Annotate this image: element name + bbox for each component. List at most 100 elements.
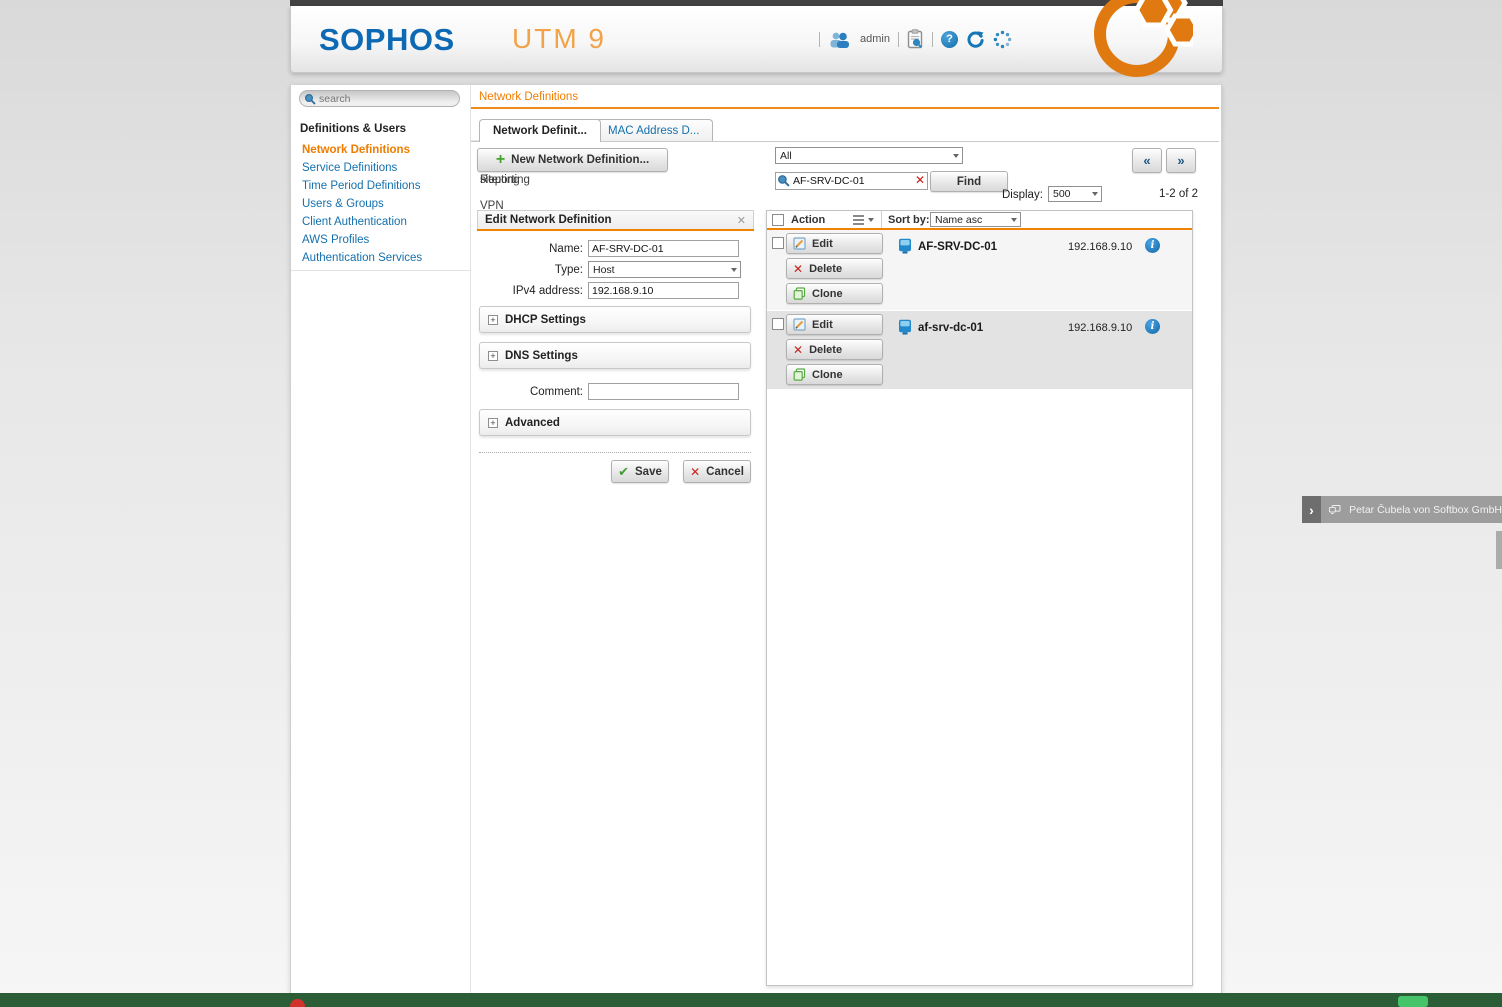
table-row: Edit ✕ Delete Clone bbox=[767, 230, 1192, 310]
sidebar-item-definitions-users[interactable]: Definitions & Users bbox=[291, 115, 470, 141]
sidebar-search[interactable] bbox=[299, 90, 460, 107]
edit-panel-header: Edit Network Definition ✕ bbox=[477, 210, 754, 229]
dns-settings-section[interactable]: + DNS Settings bbox=[479, 342, 751, 369]
new-network-definition-button[interactable]: + New Network Definition... bbox=[477, 148, 668, 172]
section-label: DHCP Settings bbox=[505, 314, 586, 326]
breadcrumb: Network Definitions bbox=[479, 91, 578, 103]
separator bbox=[819, 32, 820, 47]
sidebar-item-network-definitions[interactable]: Network Definitions bbox=[291, 141, 470, 159]
info-icon[interactable]: i bbox=[1145, 319, 1160, 334]
user-icon bbox=[828, 31, 852, 48]
result-range: 1-2 of 2 bbox=[1126, 188, 1198, 200]
delete-label: Delete bbox=[809, 344, 842, 356]
info-icon[interactable]: i bbox=[1145, 238, 1160, 253]
delete-button[interactable]: ✕ Delete bbox=[786, 258, 883, 279]
panel-divider bbox=[479, 452, 751, 453]
breadcrumb-rule bbox=[471, 107, 1219, 109]
name-field[interactable] bbox=[588, 240, 739, 257]
edit-button[interactable]: Edit bbox=[786, 233, 883, 254]
clear-search-icon[interactable]: ✕ bbox=[915, 173, 925, 187]
comment-label: Comment: bbox=[477, 386, 583, 398]
sidebar-item-client-authentication[interactable]: Client Authentication bbox=[291, 213, 470, 231]
close-icon[interactable]: ✕ bbox=[737, 214, 746, 227]
sidebar-item-authentication-services[interactable]: Authentication Services bbox=[291, 249, 470, 271]
type-select[interactable]: Host bbox=[588, 261, 741, 278]
definition-name: af-srv-dc-01 bbox=[918, 322, 983, 334]
pager-next-glyph: » bbox=[1177, 153, 1184, 168]
clone-button[interactable]: Clone bbox=[786, 364, 883, 385]
header: SOPHOS UTM 9 admin ? bbox=[290, 6, 1223, 73]
search-input[interactable] bbox=[319, 93, 444, 105]
pager-next-button[interactable]: » bbox=[1166, 148, 1196, 173]
find-field: ✕ bbox=[775, 172, 928, 190]
dhcp-settings-section[interactable]: + DHCP Settings bbox=[479, 306, 751, 333]
tab-mac-address-definitions[interactable]: MAC Address D... bbox=[594, 119, 713, 141]
overlay-scrollbar-thumb[interactable] bbox=[1496, 531, 1502, 569]
find-button-label: Find bbox=[957, 176, 981, 188]
definition-name: AF-SRV-DC-01 bbox=[918, 241, 997, 253]
screen-share-icon bbox=[1329, 503, 1341, 516]
sidebar-item-time-period-definitions[interactable]: Time Period Definitions bbox=[291, 177, 470, 195]
advanced-section[interactable]: + Advanced bbox=[479, 409, 751, 436]
edit-panel-title: Edit Network Definition bbox=[485, 214, 612, 226]
definition-ip: 192.168.9.10 bbox=[1068, 322, 1132, 334]
save-button[interactable]: ✔ Save bbox=[611, 460, 669, 483]
clone-button[interactable]: Clone bbox=[786, 283, 883, 304]
chevron-down-icon[interactable] bbox=[868, 218, 874, 222]
edit-icon bbox=[793, 237, 806, 250]
chevron-down-icon bbox=[1011, 218, 1017, 222]
section-label: Advanced bbox=[505, 417, 560, 429]
presenter-expand-button[interactable]: › bbox=[1302, 496, 1321, 523]
x-icon: ✕ bbox=[793, 262, 803, 276]
clone-label: Clone bbox=[812, 369, 843, 381]
sidebar-item-service-definitions[interactable]: Service Definitions bbox=[291, 159, 470, 177]
sophos-ball-logo bbox=[1081, 0, 1193, 94]
sidebar: Dashboard Management Definitions & Users… bbox=[291, 85, 471, 993]
product-name: UTM 9 bbox=[512, 23, 606, 55]
filter-type-value: All bbox=[780, 150, 792, 162]
row-checkbox[interactable] bbox=[772, 318, 784, 330]
live-log-icon[interactable] bbox=[907, 29, 924, 49]
cancel-button[interactable]: ✕ Cancel bbox=[683, 460, 751, 483]
find-input[interactable] bbox=[775, 172, 928, 190]
select-all-checkbox[interactable] bbox=[772, 214, 784, 226]
expand-icon: + bbox=[488, 418, 498, 428]
filter-type-select[interactable]: All bbox=[775, 147, 963, 164]
tab-network-definitions[interactable]: Network Definit... bbox=[479, 119, 601, 142]
sort-select[interactable]: Name asc bbox=[930, 212, 1021, 227]
ipv4-label: IPv4 address: bbox=[477, 285, 583, 297]
meeting-status-bar bbox=[0, 993, 1502, 1007]
host-icon bbox=[898, 238, 912, 254]
delete-button[interactable]: ✕ Delete bbox=[786, 339, 883, 360]
row-checkbox[interactable] bbox=[772, 237, 784, 249]
edit-icon bbox=[793, 318, 806, 331]
comment-field[interactable] bbox=[588, 383, 739, 400]
sort-by-label: Sort by: bbox=[888, 214, 930, 226]
meeting-green-indicator bbox=[1398, 996, 1428, 1007]
x-icon: ✕ bbox=[793, 343, 803, 357]
expand-icon: + bbox=[488, 351, 498, 361]
name-label: Name: bbox=[477, 243, 583, 255]
edit-button[interactable]: Edit bbox=[786, 314, 883, 335]
chevron-right-icon: › bbox=[1309, 502, 1314, 518]
section-label: DNS Settings bbox=[505, 350, 578, 362]
refresh-icon[interactable] bbox=[966, 30, 985, 49]
search-icon bbox=[304, 93, 316, 105]
recording-dot bbox=[290, 999, 305, 1007]
batch-menu-icon[interactable] bbox=[853, 215, 864, 225]
pager-prev-glyph: « bbox=[1143, 153, 1150, 168]
ipv4-field[interactable] bbox=[588, 282, 739, 299]
presenter-bar: Petar Čubela von Softbox GmbH bbox=[1321, 496, 1502, 523]
sidebar-item-aws-profiles[interactable]: AWS Profiles bbox=[291, 231, 470, 249]
sidebar-item-users-groups[interactable]: Users & Groups bbox=[291, 195, 470, 213]
pager-prev-button[interactable]: « bbox=[1132, 148, 1162, 173]
definitions-list-panel: Action Sort by: Name asc bbox=[766, 210, 1193, 986]
definition-ip: 192.168.9.10 bbox=[1068, 241, 1132, 253]
display-count-select[interactable]: 500 bbox=[1048, 186, 1102, 202]
separator bbox=[898, 32, 899, 47]
find-button[interactable]: Find bbox=[930, 171, 1008, 192]
clone-label: Clone bbox=[812, 288, 843, 300]
help-icon[interactable]: ? bbox=[941, 31, 958, 48]
separator bbox=[932, 32, 933, 47]
table-row: Edit ✕ Delete Clone bbox=[767, 311, 1192, 389]
